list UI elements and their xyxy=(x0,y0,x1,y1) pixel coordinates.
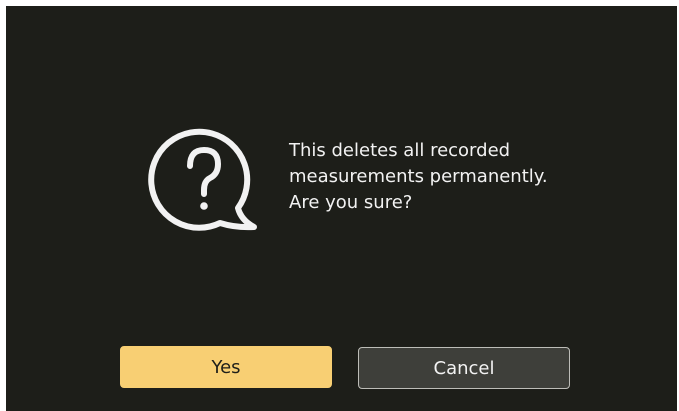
message-line-1: This deletes all recorded xyxy=(289,140,511,161)
message-line-2: measurements permanently. xyxy=(289,166,548,187)
question-speech-bubble-icon xyxy=(148,128,257,231)
yes-button[interactable]: Yes xyxy=(120,346,332,388)
cancel-button[interactable]: Cancel xyxy=(358,347,570,389)
message-line-3: Are you sure? xyxy=(289,192,413,213)
confirm-dialog: This deletes all recorded measurements p… xyxy=(6,6,677,411)
confirm-message: This deletes all recorded measurements p… xyxy=(289,138,619,216)
